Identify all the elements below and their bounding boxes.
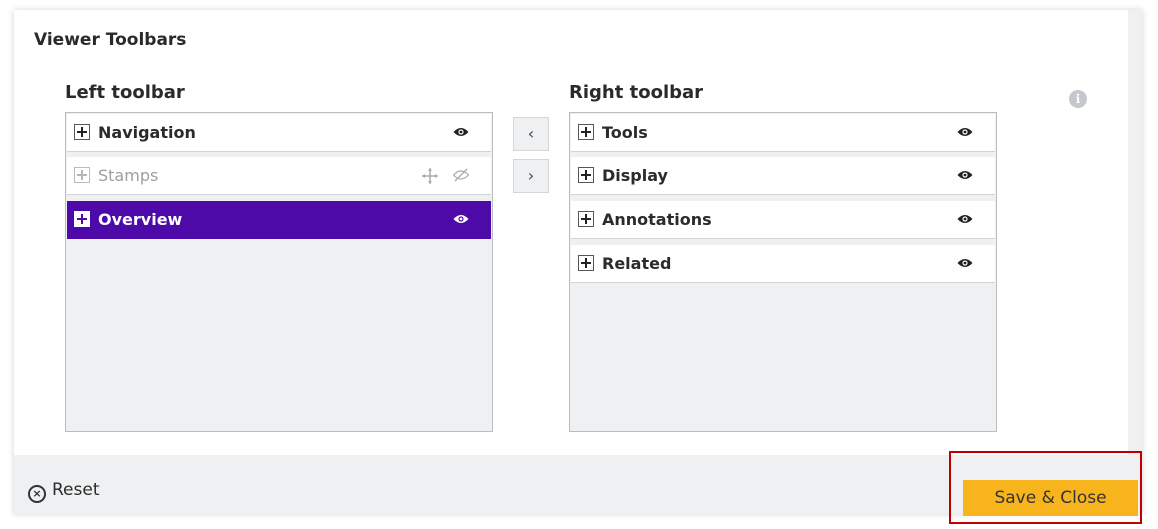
reset-label: Reset (52, 480, 100, 500)
save-highlight-frame: Save & Close (949, 451, 1142, 524)
eye-icon[interactable] (957, 257, 973, 269)
item-label: Display (602, 166, 668, 185)
expand-icon[interactable] (578, 124, 594, 140)
left-item-stamps[interactable]: Stamps (67, 157, 491, 195)
eye-icon[interactable] (957, 169, 973, 181)
expand-icon[interactable] (578, 167, 594, 183)
expand-icon[interactable] (74, 167, 90, 183)
item-label: Related (602, 254, 672, 273)
item-label: Annotations (602, 210, 712, 229)
right-item-related[interactable]: Related (571, 245, 995, 283)
eye-icon[interactable] (453, 213, 469, 225)
viewer-toolbars-dialog: Viewer Toolbars Left toolbar Right toolb… (14, 10, 1142, 524)
info-icon[interactable]: i (1069, 90, 1087, 108)
expand-icon[interactable] (578, 211, 594, 227)
expand-icon[interactable] (74, 211, 90, 227)
dialog-title: Viewer Toolbars (34, 30, 187, 50)
move-right-button[interactable]: › (513, 159, 549, 193)
scroll-strip (1128, 10, 1142, 455)
item-label: Navigation (98, 123, 196, 142)
reset-button[interactable]: × Reset (28, 480, 100, 503)
reset-icon: × (28, 485, 46, 503)
move-icon[interactable] (421, 167, 439, 185)
eye-slash-icon[interactable] (453, 168, 469, 182)
item-label: Overview (98, 210, 183, 229)
eye-icon[interactable] (957, 126, 973, 138)
right-toolbar-title: Right toolbar (569, 82, 704, 103)
item-label: Stamps (98, 166, 159, 185)
left-item-navigation[interactable]: Navigation (67, 114, 491, 152)
save-close-button[interactable]: Save & Close (963, 480, 1138, 516)
right-item-tools[interactable]: Tools (571, 114, 995, 152)
expand-icon[interactable] (74, 124, 90, 140)
right-item-annotations[interactable]: Annotations (571, 201, 995, 239)
right-item-display[interactable]: Display (571, 157, 995, 195)
expand-icon[interactable] (578, 255, 594, 271)
eye-icon[interactable] (957, 213, 973, 225)
left-toolbar-title: Left toolbar (65, 82, 185, 103)
left-item-overview[interactable]: Overview (67, 201, 491, 239)
right-toolbar-list: Tools Display Annotations Related (569, 112, 997, 432)
eye-icon[interactable] (453, 126, 469, 138)
item-label: Tools (602, 123, 648, 142)
move-left-button[interactable]: ‹ (513, 117, 549, 151)
left-toolbar-list: Navigation Stamps Overview (65, 112, 493, 432)
